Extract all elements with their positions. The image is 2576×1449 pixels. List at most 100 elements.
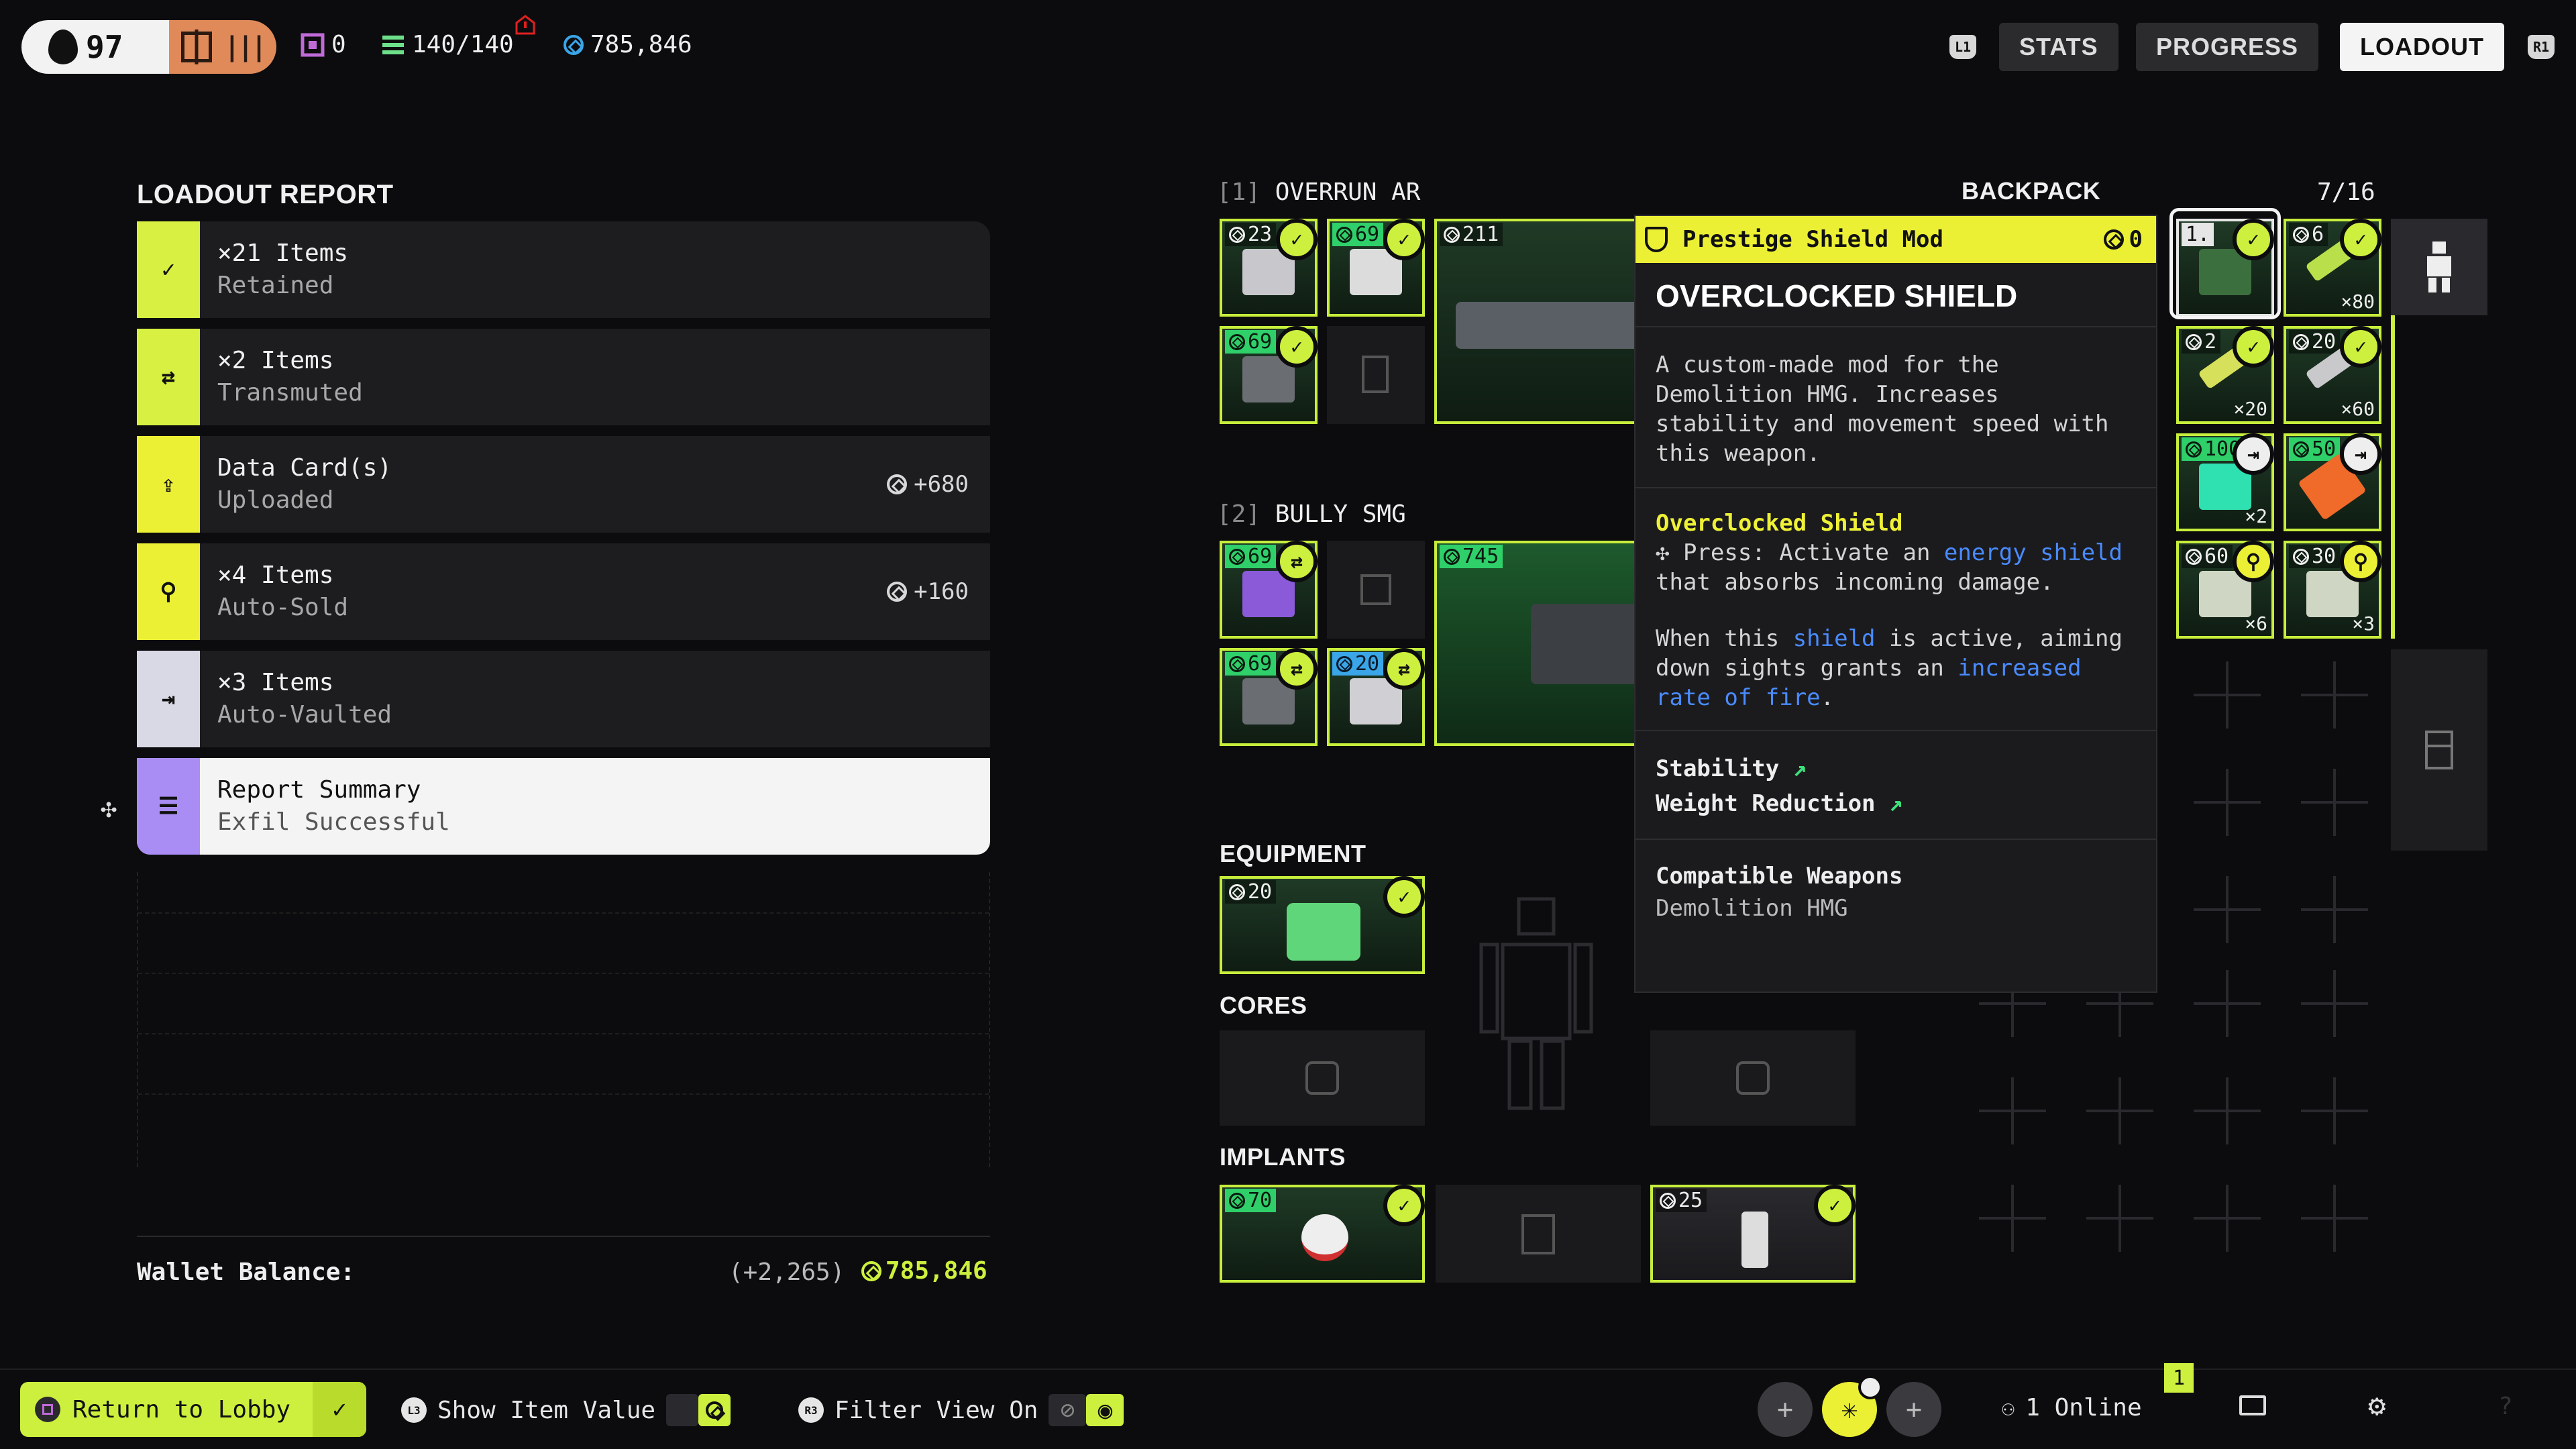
implant-image	[1301, 1214, 1348, 1261]
player-level-badge: 97	[21, 20, 169, 74]
cores-title: CORES	[1220, 991, 1307, 1019]
currency-icon	[887, 474, 908, 494]
microphone-icon	[1858, 1375, 1882, 1399]
crosshair-button[interactable]: +	[1886, 1382, 1941, 1437]
empty-slot-marker	[1972, 1178, 2053, 1258]
show-item-value-hint[interactable]: L3 Show Item Value	[401, 1394, 731, 1426]
rank-icon	[180, 32, 212, 62]
player-level: 97	[86, 29, 123, 65]
weapon-1-mod-2[interactable]: 69 ✓	[1327, 219, 1425, 317]
core-slot-1[interactable]	[1220, 1030, 1425, 1126]
wallet-balance: 785,846	[861, 1257, 987, 1285]
tab-stats[interactable]: STATS	[1999, 23, 2118, 71]
equipment-slot[interactable]: 20 ✓	[1220, 876, 1425, 974]
notification-badge: 1	[2164, 1363, 2194, 1393]
currency-icon	[1444, 226, 1460, 243]
empty-slot-marker	[2187, 869, 2267, 950]
wallet-label: Wallet Balance:	[137, 1258, 356, 1286]
empty-slot-marker	[2187, 1178, 2267, 1258]
report-row-auto-vaulted[interactable]: ⇥ ×3 Items Auto-Vaulted	[137, 651, 990, 747]
vault-icon: ⇥	[2233, 433, 2274, 475]
backpack-item-7[interactable]: 60 ×6 ⚲	[2176, 541, 2274, 639]
empty-slot-marker	[2294, 869, 2375, 950]
vault-icon: ⇥	[2340, 433, 2381, 475]
upload-icon: ⇪	[137, 436, 200, 533]
runner-silhouette	[1479, 897, 1593, 1110]
check-icon: ✓	[1383, 219, 1425, 260]
backpack-item-2[interactable]: 6 ×80 ✓	[2284, 219, 2381, 317]
tooltip-compatible: Compatible Weapons Demolition HMG	[1656, 863, 1903, 922]
dpad-cursor-icon: ✣	[101, 793, 117, 824]
check-icon: ✓	[2340, 326, 2381, 368]
sell-icon: ⚲	[137, 543, 200, 640]
tooltip-header: Prestige Shield Mod 0	[1635, 216, 2156, 263]
weapon-2-main[interactable]: 745	[1434, 541, 1640, 746]
check-icon: ✓	[2340, 219, 2381, 260]
currency-icon	[2293, 226, 2309, 243]
divider	[137, 1236, 990, 1237]
arrow-up-right-icon: ↗	[1792, 755, 1807, 782]
report-row-summary[interactable]: ☰ Report Summary Exfil Successful	[137, 758, 990, 855]
selection-cursor	[2169, 208, 2281, 319]
r1-button-glyph[interactable]: R1	[2528, 35, 2555, 59]
l1-button-glyph[interactable]: L1	[1949, 35, 1976, 59]
backpack-item-8[interactable]: 30 ×3 ⚲	[2284, 541, 2381, 639]
check-icon: ✓	[1383, 1185, 1425, 1226]
filter-view-hint[interactable]: R3 Filter View On ⊘ ◉	[798, 1394, 1124, 1426]
empty-slot-marker	[2294, 762, 2375, 843]
uploaded-value: +680	[887, 471, 969, 498]
item-tooltip: Prestige Shield Mod 0 OVERCLOCKED SHIELD…	[1634, 215, 2157, 993]
empty-slot-marker	[2187, 655, 2267, 735]
core-slot-2[interactable]	[1650, 1030, 1856, 1126]
tab-loadout[interactable]: LOADOUT	[2340, 23, 2504, 71]
report-row-auto-sold[interactable]: ⚲ ×4 Items Auto-Sold +160	[137, 543, 990, 640]
implant-slot-2[interactable]: 25 ✓	[1650, 1185, 1856, 1283]
crosshair-button[interactable]: +	[1758, 1382, 1813, 1437]
backpack-count: 7/16	[2317, 178, 2375, 206]
weapon-1-main[interactable]: 211	[1434, 219, 1644, 424]
weapon-1-mod-1[interactable]: 23 ✓	[1220, 219, 1318, 317]
currency-icon	[1229, 226, 1245, 243]
transmute-icon: ⇄	[1276, 648, 1318, 690]
currency-icon	[861, 1260, 881, 1281]
online-friends[interactable]: ⚇ 1 Online	[2002, 1394, 2142, 1421]
empty-slot-marker	[2187, 762, 2267, 843]
eye-icon: ◉	[1086, 1394, 1124, 1426]
weapon-2-mod-2[interactable]: 69 ⇄	[1220, 648, 1318, 746]
weapon-2-mod-3[interactable]: 20 ⇄	[1327, 648, 1425, 746]
empty-slot-marker	[2294, 1071, 2375, 1151]
storage-tab[interactable]	[2391, 649, 2487, 851]
weapon-2-mod-1[interactable]: 69 ⇄	[1220, 541, 1318, 639]
settings-gear-icon[interactable]: ⚙	[2368, 1389, 2386, 1423]
implant-slot-empty[interactable]	[1436, 1185, 1641, 1283]
character-tab[interactable]	[2391, 219, 2487, 315]
report-row-retained[interactable]: ✓ ×21 Items Retained	[137, 221, 990, 318]
empty-mod-slot[interactable]	[1327, 326, 1425, 424]
wallet-delta: (+2,265)	[729, 1258, 845, 1286]
backpack-item-3[interactable]: 2 ×20 ✓	[2176, 326, 2274, 424]
tooltip-description: A custom-made mod for the Demolition HMG…	[1635, 327, 2156, 488]
report-row-uploaded[interactable]: ⇪ Data Card(s) Uploaded +680	[137, 436, 990, 533]
empty-mod-slot[interactable]	[1327, 541, 1425, 639]
mail-icon[interactable]	[2239, 1395, 2266, 1415]
report-row-transmuted[interactable]: ⇄ ×2 Items Transmuted	[137, 329, 990, 425]
backpack-item-5[interactable]: 100 ×2 ⇥	[2176, 433, 2274, 531]
implants-title: IMPLANTS	[1220, 1143, 1346, 1171]
core-icon	[1736, 1061, 1770, 1095]
tab-progress[interactable]: PROGRESS	[2136, 23, 2319, 71]
currency-icon	[2103, 229, 2124, 250]
implant-slot-1[interactable]: 70 ✓	[1220, 1185, 1425, 1283]
rank-badge: |||	[169, 20, 276, 74]
sell-icon: ⚲	[2340, 541, 2381, 582]
currency-icon	[2186, 441, 2202, 458]
currency-stat: 785,846	[564, 31, 692, 58]
weapon-1-mod-3[interactable]: 69 ✓	[1220, 326, 1318, 424]
layers-icon	[666, 1394, 699, 1426]
currency-icon	[1229, 333, 1245, 350]
backpack-item-6[interactable]: 50 ⇥	[2284, 433, 2381, 531]
check-icon: ✓	[137, 221, 200, 318]
backpack-item-4[interactable]: 20 ×60 ✓	[2284, 326, 2381, 424]
return-to-lobby-button[interactable]: Return to Lobby ✓	[20, 1382, 366, 1437]
help-icon[interactable]: ?	[2498, 1393, 2513, 1420]
dpad-icon: ✣	[1656, 539, 1683, 566]
